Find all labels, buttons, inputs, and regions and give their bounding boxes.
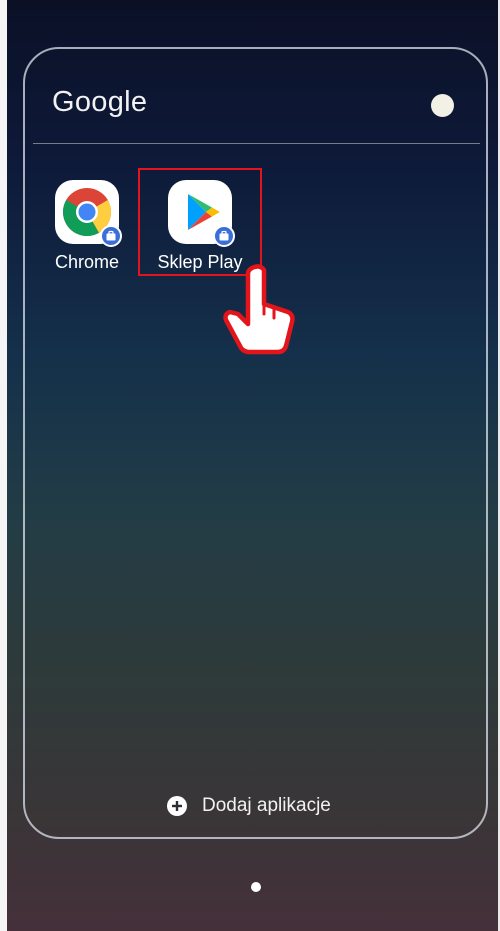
add-apps-button[interactable]: Dodaj aplikacje (166, 793, 331, 819)
hand-pointer-icon (222, 262, 298, 363)
work-briefcase-icon (100, 225, 122, 247)
folder-divider (33, 143, 480, 144)
plus-circle-icon (167, 796, 187, 816)
home-screen: Google Chrome Sklep Play Dodaj aplikacje (0, 0, 500, 931)
screen-edge (0, 0, 7, 931)
app-label: Chrome (54, 252, 120, 272)
page-indicator-dot (251, 882, 261, 892)
folder-title[interactable]: Google (52, 86, 147, 119)
app-chrome[interactable]: Chrome (37, 180, 137, 273)
add-apps-label: Dodaj aplikacje (202, 795, 331, 816)
highlight-box (138, 168, 262, 276)
chrome-icon (55, 180, 122, 247)
folder-color-picker[interactable] (431, 94, 454, 117)
app-folder (23, 47, 488, 839)
